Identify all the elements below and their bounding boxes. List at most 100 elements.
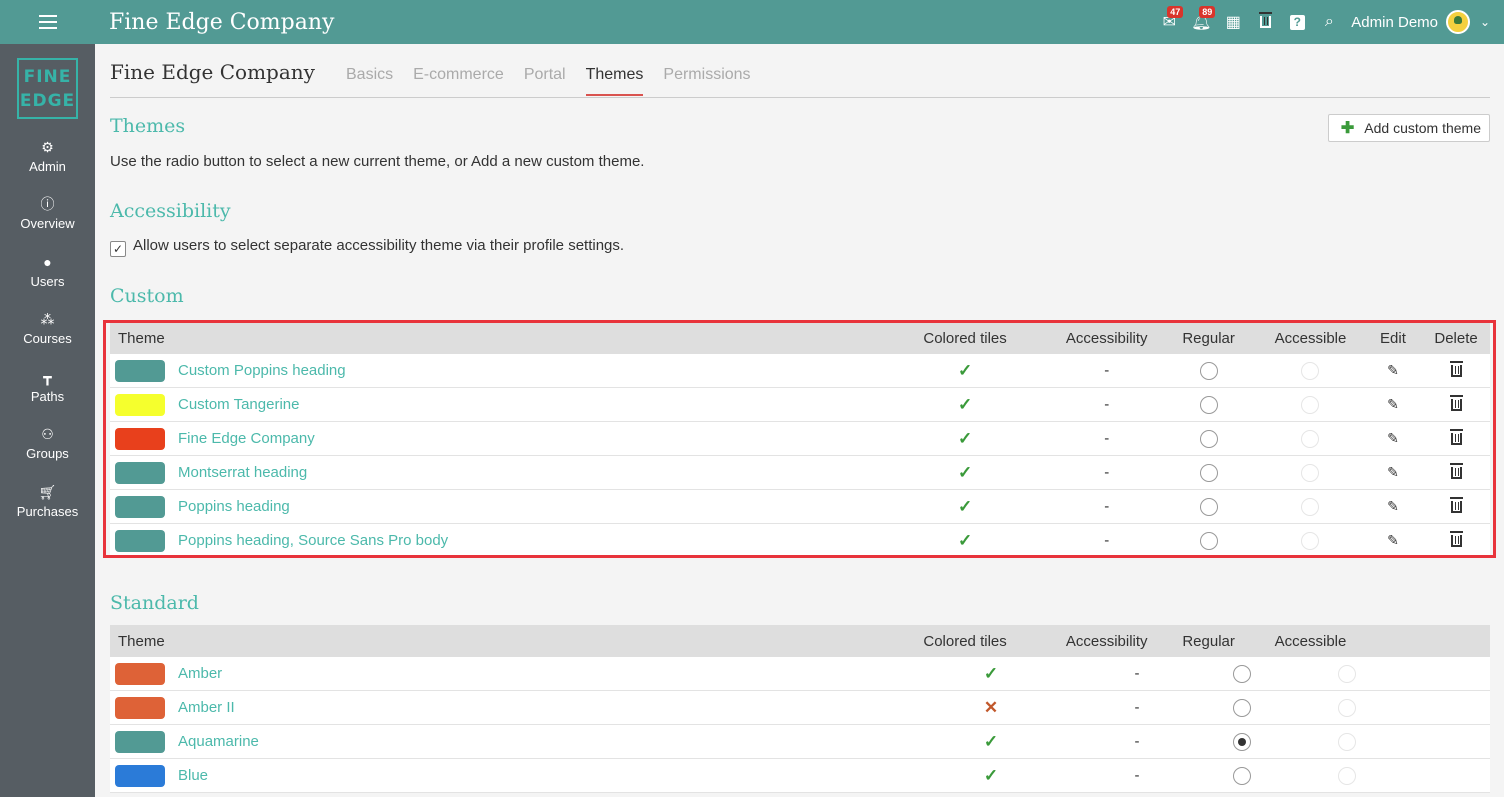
regular-cell xyxy=(1192,766,1292,785)
header-theme: Theme xyxy=(118,632,165,650)
accessible-cell xyxy=(1292,698,1402,717)
accessible-cell xyxy=(1292,766,1402,785)
accessible-cell xyxy=(1292,732,1402,751)
accessibility-cell: - xyxy=(1134,665,1140,682)
header-regular: Regular xyxy=(1182,632,1235,650)
table-row: Blue ✓ - xyxy=(110,759,1490,793)
standard-themes-table: Theme Colored tiles Accessibility Regula… xyxy=(110,625,1490,793)
accessible-cell xyxy=(1292,664,1402,683)
check-icon: ✓ xyxy=(983,663,999,683)
themes-heading: Themes xyxy=(110,115,186,137)
standard-heading: Standard xyxy=(110,592,199,614)
sidebar-item-label: Courses xyxy=(23,331,72,346)
table-header: Theme Colored tiles Accessibility Regula… xyxy=(110,625,1490,657)
messages-icon[interactable]: ✉ 47 xyxy=(1153,0,1185,44)
avatar[interactable] xyxy=(1446,10,1470,34)
accessible-radio[interactable] xyxy=(1338,664,1356,683)
cross-icon: ✕ xyxy=(983,697,999,717)
regular-radio[interactable] xyxy=(1233,698,1251,717)
check-icon: ✓ xyxy=(983,731,999,751)
sidebar-item-purchases[interactable]: 🛒︎ Purchases xyxy=(0,483,95,519)
theme-name-link[interactable]: Aquamarine xyxy=(178,733,259,750)
accessible-radio[interactable] xyxy=(1338,766,1356,785)
theme-name-link[interactable]: Amber xyxy=(178,665,222,682)
group-icon: ⚇ xyxy=(41,426,54,442)
trash-icon[interactable] xyxy=(1249,0,1281,44)
theme-color-swatch xyxy=(115,696,165,719)
add-custom-theme-button[interactable]: ✚ Add custom theme xyxy=(1327,114,1490,142)
colored-tiles-cell: ✓ xyxy=(900,664,1082,684)
regular-radio[interactable] xyxy=(1233,664,1251,683)
search-icon[interactable]: ⌕ xyxy=(1313,0,1345,44)
sidebar-item-groups[interactable]: ⚇ Groups xyxy=(0,425,95,461)
theme-color-swatch xyxy=(115,662,165,685)
sidebar-item-paths[interactable]: ┳ Paths xyxy=(0,368,95,404)
check-icon: ✓ xyxy=(983,765,999,785)
sidebar-item-courses[interactable]: ⁂ Courses xyxy=(0,310,95,346)
menu-icon[interactable] xyxy=(0,0,95,44)
notifications-icon[interactable]: 🔔︎ 89 xyxy=(1185,0,1217,44)
regular-radio[interactable] xyxy=(1233,766,1251,785)
sidebar-item-label: Overview xyxy=(20,216,75,231)
tab-bar: Basics E-commerce Portal Themes Permissi… xyxy=(346,66,771,96)
colored-tiles-cell: ✓ xyxy=(900,732,1082,752)
help-icon[interactable]: ? xyxy=(1281,0,1313,44)
regular-cell xyxy=(1192,732,1292,751)
theme-name-link[interactable]: Blue xyxy=(178,767,208,784)
theme-cell: Amber xyxy=(110,662,900,685)
app-title[interactable]: Fine Edge Company xyxy=(109,10,334,35)
table-row: Aquamarine ✓ - xyxy=(110,725,1490,759)
user-name[interactable]: Admin Demo xyxy=(1351,14,1438,31)
theme-color-swatch xyxy=(115,730,165,753)
colored-tiles-cell: ✓ xyxy=(900,766,1082,786)
sidebar-item-users[interactable]: ● Users xyxy=(0,253,95,289)
sidebar-item-label: Purchases xyxy=(16,504,79,519)
sidebar-item-overview[interactable]: ⓘ Overview xyxy=(0,195,95,231)
custom-table-highlight xyxy=(103,320,1496,558)
header-accessible: Accessible xyxy=(1274,632,1347,650)
tab-themes[interactable]: Themes xyxy=(585,66,644,96)
accessibility-cell: - xyxy=(1134,733,1140,750)
sidebar-item-label: Paths xyxy=(30,389,65,404)
tab-basics[interactable]: Basics xyxy=(346,66,393,96)
theme-cell: Amber II xyxy=(110,696,900,719)
accessibility-heading: Accessibility xyxy=(110,200,231,222)
accessibility-checkbox-label: Allow users to select separate accessibi… xyxy=(133,237,625,254)
custom-heading: Custom xyxy=(110,285,184,307)
theme-cell: Aquamarine xyxy=(110,730,900,753)
table-row: Amber II ✕ - xyxy=(110,691,1490,725)
plus-icon: ✚ xyxy=(1340,120,1355,137)
top-bar-actions: ✉ 47 🔔︎ 89 ▦ ? ⌕ Admin Demo ⌄ xyxy=(1153,0,1504,44)
sidebar-item-label: Groups xyxy=(26,446,69,461)
table-row: Amber ✓ - xyxy=(110,657,1490,691)
page-title: Fine Edge Company xyxy=(110,60,315,84)
tab-ecommerce[interactable]: E-commerce xyxy=(413,66,504,96)
header-colored-tiles: Colored tiles xyxy=(923,632,1007,650)
accessible-radio[interactable] xyxy=(1338,698,1356,717)
messages-badge: 47 xyxy=(1167,6,1184,18)
theme-color-swatch xyxy=(115,764,165,787)
sidebar-item-admin[interactable]: ⚙ Admin xyxy=(0,138,95,174)
tab-portal[interactable]: Portal xyxy=(524,66,566,96)
accessible-radio[interactable] xyxy=(1338,732,1356,751)
add-custom-theme-label: Add custom theme xyxy=(1364,120,1481,136)
logo-line-1: FINE xyxy=(23,67,72,87)
calendar-icon[interactable]: ▦ xyxy=(1217,0,1249,44)
colored-tiles-cell: ✕ xyxy=(900,698,1082,718)
sidebar-item-label: Admin xyxy=(29,159,66,174)
accessibility-cell: - xyxy=(1134,699,1140,716)
cart-icon: 🛒︎ xyxy=(38,484,57,500)
logo[interactable]: FINE EDGE xyxy=(17,58,78,119)
signpost-icon: ┳ xyxy=(43,369,52,385)
chevron-down-icon[interactable]: ⌄ xyxy=(1470,15,1500,29)
theme-name-link[interactable]: Amber II xyxy=(178,699,235,716)
tabs-divider xyxy=(110,97,1490,98)
regular-cell xyxy=(1192,698,1292,717)
header-accessibility: Accessibility xyxy=(1065,632,1148,650)
accessibility-checkbox[interactable]: ✓ xyxy=(110,241,126,257)
regular-radio[interactable] xyxy=(1233,732,1251,751)
top-bar: Fine Edge Company ✉ 47 🔔︎ 89 ▦ ? ⌕ Admin D… xyxy=(0,0,1504,44)
tab-permissions[interactable]: Permissions xyxy=(663,66,750,96)
sidebar-item-label: Users xyxy=(30,274,65,289)
themes-description: Use the radio button to select a new cur… xyxy=(110,153,645,170)
